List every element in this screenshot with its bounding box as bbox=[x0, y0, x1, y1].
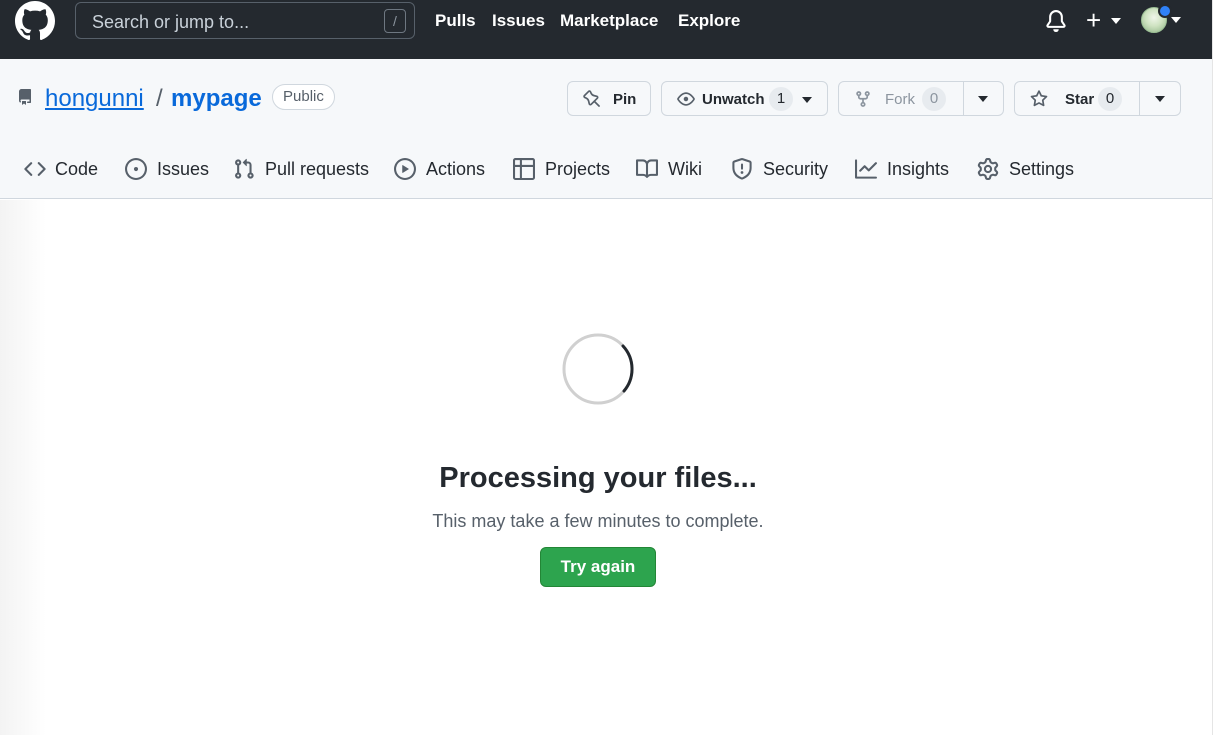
star-dropdown-button[interactable] bbox=[1140, 82, 1180, 115]
create-new-caret-icon[interactable] bbox=[1111, 18, 1121, 24]
git-pull-request-icon bbox=[235, 158, 254, 179]
fork-button-group: Fork 0 bbox=[838, 81, 1004, 116]
tab-wiki[interactable]: Wiki bbox=[636, 153, 706, 187]
search-placeholder: Search or jump to... bbox=[92, 12, 250, 32]
star-count: 0 bbox=[1098, 87, 1122, 111]
visibility-badge: Public bbox=[272, 84, 335, 110]
repository-header: hongunni / mypage Public Pin Unwatch 1 F… bbox=[0, 59, 1212, 199]
user-menu-caret-icon[interactable] bbox=[1171, 17, 1181, 23]
page-scrollbar[interactable] bbox=[1212, 0, 1218, 735]
chevron-down-icon bbox=[802, 97, 812, 103]
tab-code-label: Code bbox=[55, 159, 99, 179]
tab-insights-label: Insights bbox=[887, 159, 950, 179]
book-icon bbox=[636, 159, 658, 178]
processing-title: Processing your files... bbox=[439, 462, 757, 494]
repo-forked-icon bbox=[856, 91, 870, 107]
tab-code[interactable]: Code bbox=[24, 153, 104, 187]
tab-issues-label: Issues bbox=[157, 159, 210, 179]
tab-actions[interactable]: Actions bbox=[394, 153, 489, 187]
fork-dropdown-button[interactable] bbox=[964, 82, 1004, 115]
gear-icon bbox=[977, 158, 999, 180]
repo-path-separator: / bbox=[156, 85, 163, 112]
bell-icon[interactable] bbox=[1045, 10, 1067, 32]
repo-icon bbox=[18, 89, 31, 105]
global-header: Search or jump to... / Pulls Issues Mark… bbox=[0, 0, 1218, 59]
processing-subtitle: This may take a few minutes to complete. bbox=[432, 511, 764, 531]
pin-button[interactable]: Pin bbox=[567, 81, 651, 116]
graph-icon bbox=[855, 159, 877, 179]
star-label: Star bbox=[1065, 91, 1095, 108]
fork-count: 0 bbox=[922, 87, 946, 111]
chevron-down-icon bbox=[1155, 96, 1165, 102]
tab-issues[interactable]: Issues bbox=[125, 153, 210, 187]
tab-pull-requests-label: Pull requests bbox=[265, 159, 370, 179]
tab-projects[interactable]: Projects bbox=[513, 153, 613, 187]
star-icon bbox=[1030, 90, 1048, 107]
search-shortcut-key: / bbox=[384, 9, 406, 33]
fork-label: Fork bbox=[885, 91, 915, 108]
fork-button[interactable]: Fork 0 bbox=[839, 82, 963, 115]
star-button[interactable]: Star 0 bbox=[1015, 82, 1139, 115]
search-input[interactable]: Search or jump to... / bbox=[75, 2, 415, 39]
github-logo-icon[interactable] bbox=[14, 1, 56, 41]
star-button-group: Star 0 bbox=[1014, 81, 1181, 116]
eye-icon bbox=[677, 92, 695, 106]
notification-indicator-dot bbox=[1158, 4, 1172, 18]
tab-projects-label: Projects bbox=[545, 159, 611, 179]
nav-marketplace-link[interactable]: Marketplace bbox=[560, 11, 658, 31]
issue-opened-icon bbox=[125, 158, 147, 180]
unwatch-button[interactable]: Unwatch 1 bbox=[661, 81, 828, 116]
tab-security-label: Security bbox=[763, 159, 829, 179]
play-icon bbox=[394, 158, 416, 180]
watch-count: 1 bbox=[769, 87, 793, 111]
pin-icon bbox=[583, 90, 600, 107]
tab-actions-label: Actions bbox=[426, 159, 486, 179]
repo-owner-link[interactable]: hongunni bbox=[45, 85, 144, 113]
try-again-button[interactable]: Try again bbox=[540, 547, 656, 587]
table-icon bbox=[513, 158, 535, 180]
tab-pull-requests[interactable]: Pull requests bbox=[233, 153, 373, 187]
chevron-down-icon bbox=[978, 96, 988, 102]
nav-pulls-link[interactable]: Pulls bbox=[435, 11, 476, 31]
shield-icon bbox=[732, 158, 752, 180]
repo-name-link[interactable]: mypage bbox=[171, 85, 262, 113]
tab-insights[interactable]: Insights bbox=[855, 153, 955, 187]
unwatch-label: Unwatch bbox=[702, 91, 765, 108]
tab-settings[interactable]: Settings bbox=[977, 153, 1077, 187]
tab-settings-label: Settings bbox=[1009, 159, 1075, 179]
create-new-button[interactable]: + bbox=[1086, 6, 1101, 34]
nav-explore-link[interactable]: Explore bbox=[678, 11, 740, 31]
code-icon bbox=[24, 162, 46, 176]
nav-issues-link[interactable]: Issues bbox=[492, 11, 545, 31]
tab-security[interactable]: Security bbox=[731, 153, 831, 187]
tab-wiki-label: Wiki bbox=[668, 159, 702, 179]
pin-label: Pin bbox=[613, 91, 637, 108]
loading-spinner-icon bbox=[562, 333, 634, 405]
